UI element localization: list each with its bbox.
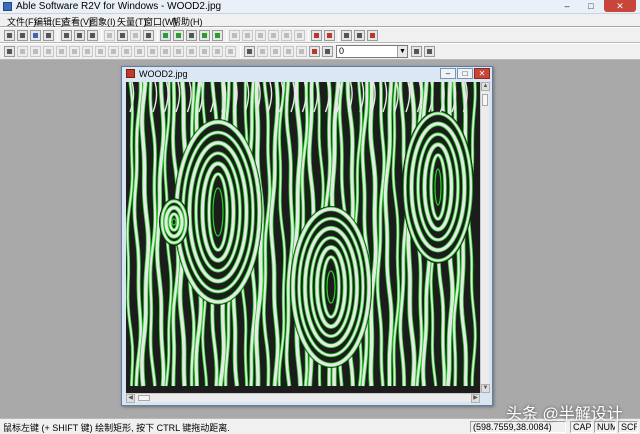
delete-icon[interactable] [229,30,240,41]
minimize-button[interactable]: – [556,0,578,12]
wood-grain-image [126,82,477,387]
toolbar-separator [157,30,158,42]
document-close-button[interactable]: ✕ [474,68,490,79]
tool-o-icon[interactable] [186,46,197,57]
document-titlebar[interactable]: WOOD2.jpg – □ ✕ [122,67,492,81]
image-view-icon[interactable] [160,30,171,41]
grid-icon[interactable] [143,30,154,41]
toolbar-separator [240,46,241,58]
tool-a-icon[interactable] [4,46,15,57]
help-icon[interactable] [341,30,352,41]
tool-y-icon[interactable] [322,46,333,57]
tool-v-icon[interactable] [283,46,294,57]
layer-up-icon[interactable] [411,46,422,57]
pen-icon[interactable] [104,30,115,41]
color-icon[interactable] [324,30,335,41]
tool-b-icon[interactable] [17,46,28,57]
print-icon[interactable] [43,30,54,41]
chevron-down-icon[interactable]: ▼ [397,46,407,57]
app-titlebar: Able Software R2V for Windows - WOOD2.jp… [0,0,640,14]
info-icon[interactable] [354,30,365,41]
layer-select[interactable]: 0 ▼ [336,45,408,58]
layer-down-icon[interactable] [424,46,435,57]
select-icon[interactable] [87,30,98,41]
tool-m-icon[interactable] [160,46,171,57]
add-node-icon[interactable] [242,30,253,41]
image-canvas[interactable] [126,82,480,393]
document-title: WOOD2.jpg [139,69,188,79]
toolbar-separator [101,30,102,42]
line-icon[interactable] [199,30,210,41]
tool-p-icon[interactable] [199,46,210,57]
tool-x-icon[interactable] [309,46,320,57]
tool-q-icon[interactable] [212,46,223,57]
close-icon[interactable] [367,30,378,41]
hand-icon[interactable] [130,30,141,41]
tool-s-icon[interactable] [244,46,255,57]
layer-select-value: 0 [339,46,345,56]
tool-u-icon[interactable] [270,46,281,57]
scroll-right-icon[interactable]: ▶ [471,394,480,403]
toolbar-separator [308,30,309,42]
tool-r-icon[interactable] [225,46,236,57]
snap-icon[interactable] [212,30,223,41]
toolbar-separator [226,30,227,42]
close-button[interactable]: ✕ [604,0,636,12]
horizontal-scrollbar[interactable]: ◀ ▶ [126,393,480,403]
tool-c-icon[interactable] [30,46,41,57]
toolbar-separator [57,30,58,42]
status-hint: 鼠标左键 (+ SHIFT 键) 绘制矩形, 按下 CTRL 键拖动距离. [3,423,230,433]
measure-icon[interactable] [311,30,322,41]
app-icon [3,2,12,11]
tool-g-icon[interactable] [82,46,93,57]
tool-e-icon[interactable] [56,46,67,57]
document-icon [126,69,135,78]
menu-bar: 文件(F) 编辑(E) 查看(V) 图象(I) 矢量(T) 窗口(W) 帮助(H… [0,14,640,27]
document-window: WOOD2.jpg – □ ✕ ▲ ▼ ◀ ▶ [121,66,493,406]
watermark: 头条 @半解设计 [506,406,623,423]
toolbar-separator [338,30,339,42]
tool-i-icon[interactable] [108,46,119,57]
tool-l-icon[interactable] [147,46,158,57]
scroll-left-icon[interactable]: ◀ [126,394,135,403]
vertical-scrollbar[interactable]: ▲ ▼ [480,82,490,393]
tool-h-icon[interactable] [95,46,106,57]
tool-w-icon[interactable] [296,46,307,57]
curve-icon[interactable] [281,30,292,41]
app-title: Able Software R2V for Windows - WOOD2.jp… [16,1,222,12]
scroll-up-icon[interactable]: ▲ [481,82,490,91]
tool-f-icon[interactable] [69,46,80,57]
horizontal-scroll-thumb[interactable] [138,395,150,401]
new-icon[interactable] [4,30,15,41]
split-icon[interactable] [255,30,266,41]
vertical-scroll-thumb[interactable] [482,94,488,106]
pointer-icon[interactable] [117,30,128,41]
open-icon[interactable] [17,30,28,41]
zoom-out-icon[interactable] [74,30,85,41]
edit-toolbar: 0 ▼ [0,43,640,60]
document-minimize-button[interactable]: – [440,68,456,79]
save-icon[interactable] [30,30,41,41]
tool-t-icon[interactable] [257,46,268,57]
document-maximize-button[interactable]: □ [457,68,473,79]
edit-line-icon[interactable] [294,30,305,41]
main-toolbar [0,27,640,43]
join-icon[interactable] [268,30,279,41]
maximize-button[interactable]: □ [580,0,602,12]
tool-k-icon[interactable] [134,46,145,57]
zoom-in-icon[interactable] [61,30,72,41]
trace-icon[interactable] [173,30,184,41]
tool-n-icon[interactable] [173,46,184,57]
scroll-down-icon[interactable]: ▼ [481,384,490,393]
node-icon[interactable] [186,30,197,41]
tool-j-icon[interactable] [121,46,132,57]
tool-d-icon[interactable] [43,46,54,57]
